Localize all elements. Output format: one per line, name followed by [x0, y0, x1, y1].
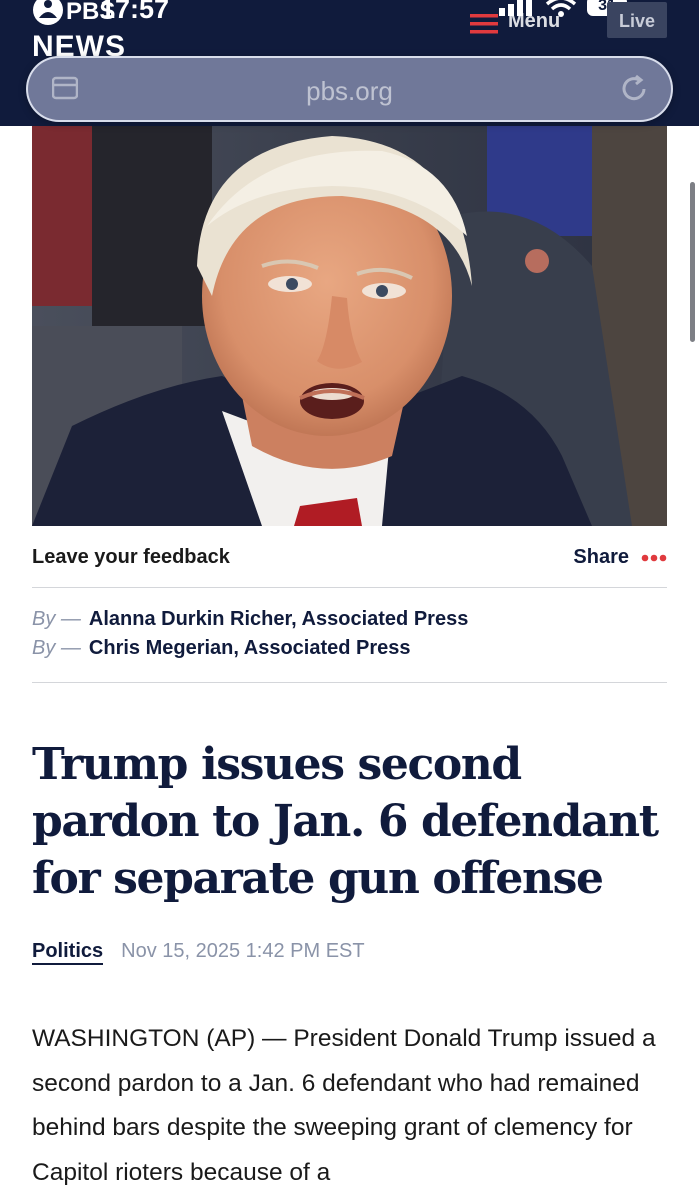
menu-label: Menu: [508, 10, 561, 32]
url-text: pbs.org: [306, 76, 393, 106]
byline-item: By — Chris Megerian, Associated Press: [32, 637, 411, 665]
hamburger-icon: [470, 14, 498, 34]
hero-photo: [32, 126, 667, 526]
reload-icon[interactable]: [619, 74, 649, 104]
feedback-share-row: Leave your feedback Share: [32, 540, 667, 588]
publish-date: Nov 15, 2025 1:42 PM EST: [121, 940, 365, 962]
pbs-logo-icon: [33, 0, 63, 25]
page-scrollbar[interactable]: [690, 182, 695, 342]
browser-address-bar[interactable]: pbs.org: [26, 56, 673, 122]
share-button[interactable]: Share: [573, 546, 629, 569]
article-body-paragraph: WASHINGTON (AP) — President Donald Trump…: [32, 1025, 656, 1186]
article-hero-image: [32, 126, 667, 526]
category-link[interactable]: Politics: [32, 940, 104, 965]
article-headline: Trump issues second pardon to Jan. 6 def…: [32, 739, 659, 904]
byline-prefix: By —: [32, 608, 81, 630]
author-link[interactable]: Chris Megerian, Associated Press: [89, 637, 411, 659]
status-time: 17:57: [100, 0, 170, 24]
byline: By — Alanna Durkin Richer, Associated Pre…: [32, 598, 667, 683]
leave-feedback-link[interactable]: Leave your feedback: [32, 546, 230, 569]
more-dots-icon[interactable]: [641, 554, 667, 562]
live-button[interactable]: Live: [607, 2, 667, 38]
byline-prefix: By —: [32, 637, 81, 659]
author-link[interactable]: Alanna Durkin Richer, Associated Press: [89, 608, 468, 630]
byline-item: By — Alanna Durkin Richer, Associated Pre…: [32, 608, 468, 636]
article-meta: Politics Nov 15, 2025 1:42 PM EST: [32, 940, 365, 966]
